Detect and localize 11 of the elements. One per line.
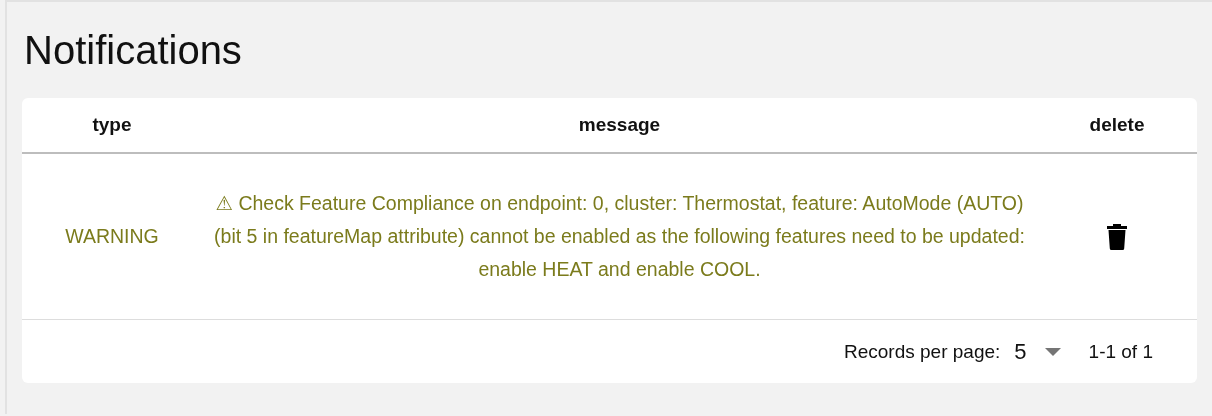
table-cell-text: ⚠ Check Feature Compliance on endpoint: 0, cluster: Thermostat, feature: AutoMode (AUTO) (bit 5 in featureMap attribute) cannot be enabled as the following features need to be updated: enable HEAT and enable COOL. bbox=[213, 191, 1026, 282]
trash-icon bbox=[1107, 223, 1127, 250]
column-header: message bbox=[577, 114, 662, 136]
column-header: type bbox=[91, 114, 133, 136]
caret-icon bbox=[1044, 347, 1061, 356]
table-cell-text: WARNING bbox=[64, 224, 160, 249]
page-range: 1-1 of 1 bbox=[1088, 340, 1153, 363]
records-per-page-select[interactable]: 5 bbox=[1014, 338, 1061, 365]
page-title: Notifications bbox=[24, 27, 243, 74]
records-per-page-label: Records per page: bbox=[844, 340, 1001, 363]
column-header: delete bbox=[1088, 114, 1146, 136]
